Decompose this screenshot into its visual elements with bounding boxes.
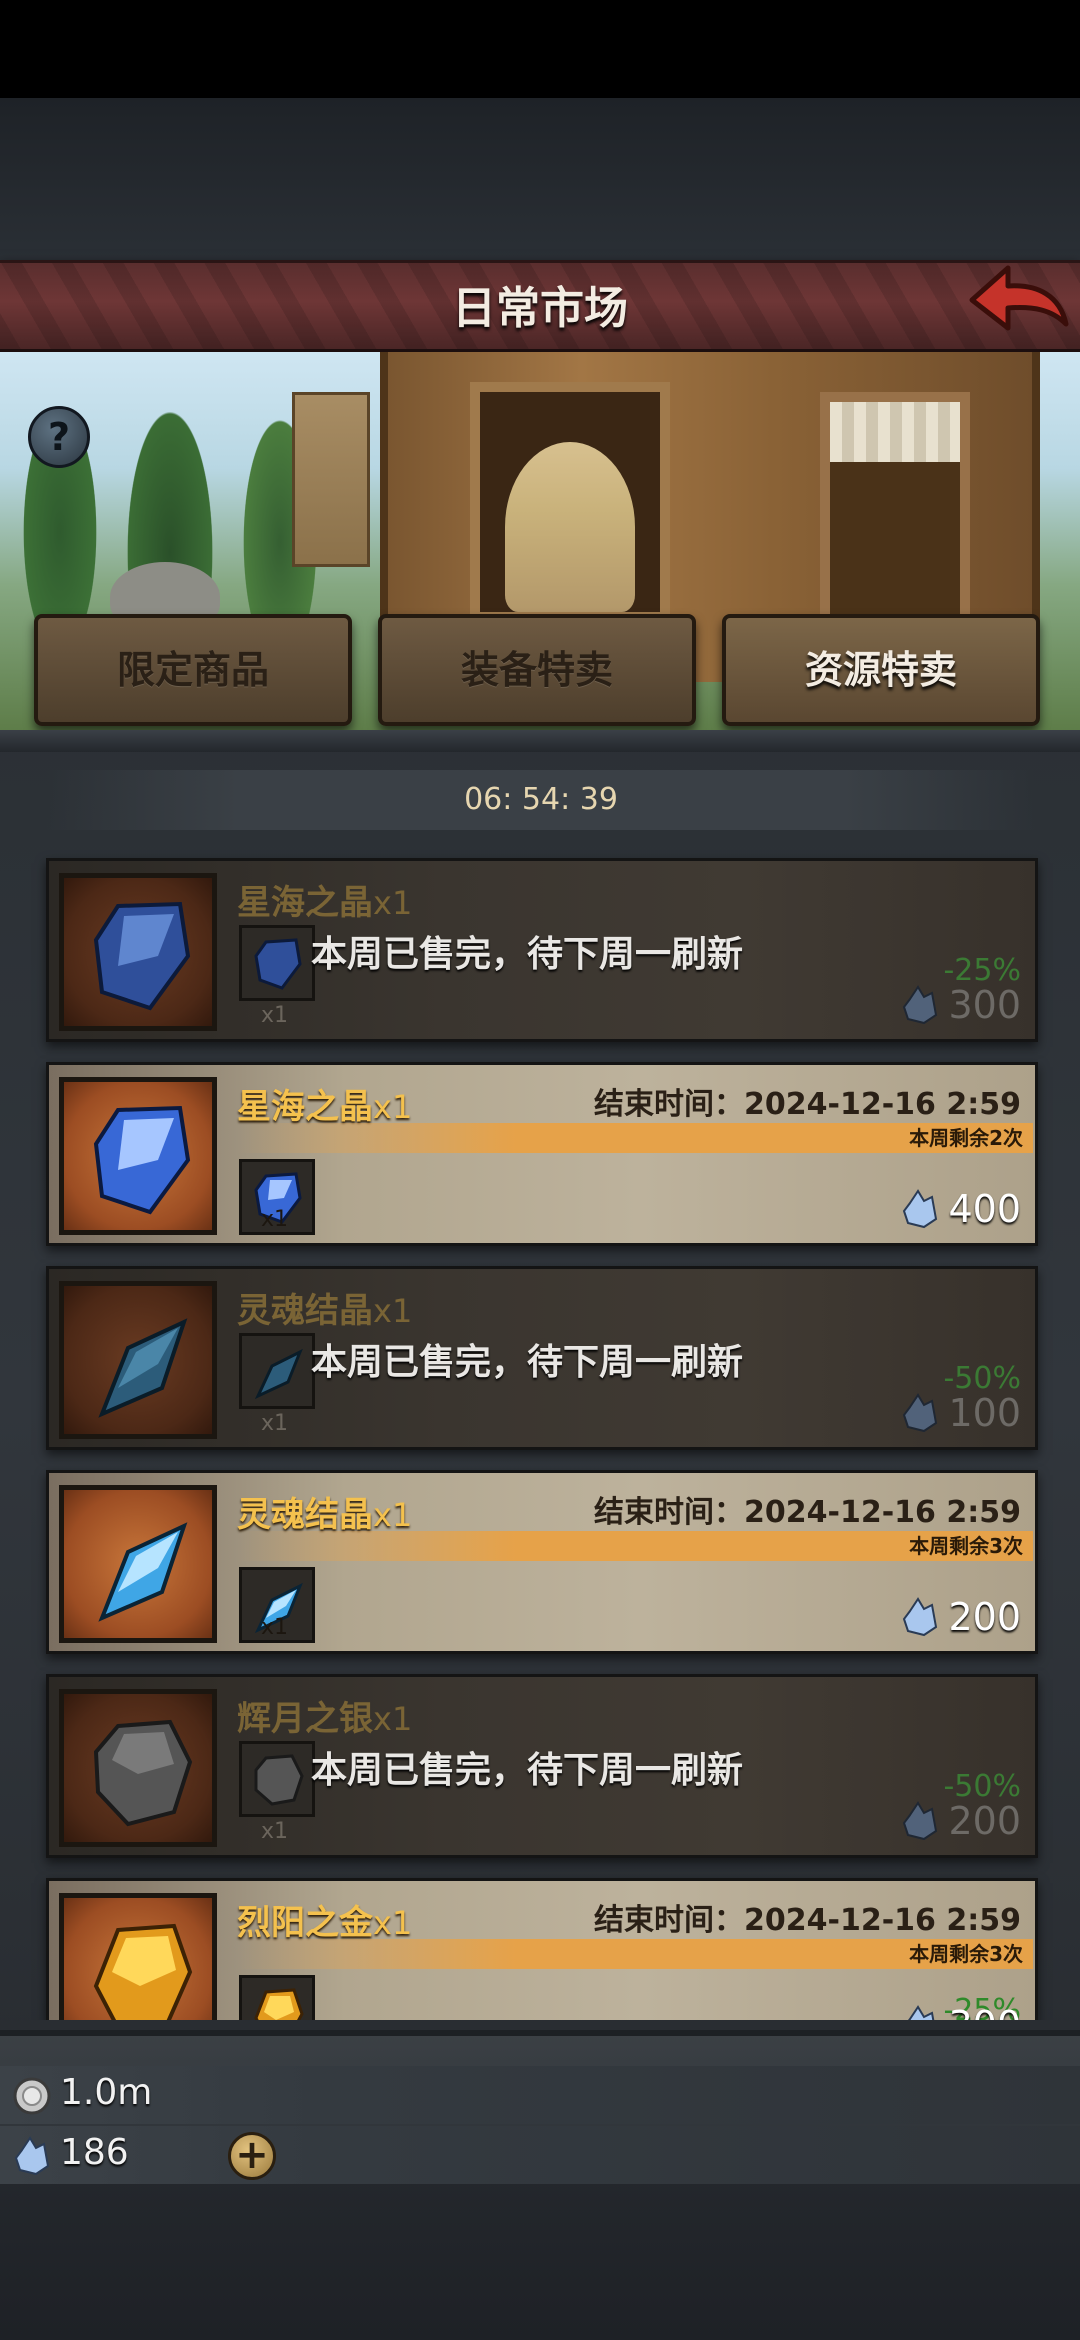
crystal-icon [14, 2136, 50, 2176]
list-item[interactable]: 烈阳之金x1 结束时间：2024-12-16 2:59 本周剩余3次 -25% … [46, 1878, 1038, 2020]
soldout-message: 本周已售完，待下周一刷新 [311, 934, 744, 975]
refresh-timer: 06: 54: 39 [46, 770, 1036, 830]
add-crystal-button[interactable]: + [228, 2132, 276, 2180]
starsea-crystal-icon [254, 938, 302, 990]
silver-value: 1.0m [60, 2072, 153, 2113]
status-bar-area [0, 0, 1080, 98]
header-backdrop [0, 98, 1080, 260]
starsea-crystal-icon [93, 1105, 191, 1215]
list-item[interactable]: 灵魂结晶x1 x1 本周已售完，待下周一刷新 -50% 100 [46, 1266, 1038, 1450]
item-name: 灵魂结晶x1 [237, 1495, 413, 1535]
soul-crystal-icon [254, 1348, 303, 1400]
price-button[interactable]: 400 [902, 1187, 1021, 1231]
question-icon: ? [47, 415, 71, 459]
starsea-crystal-icon [93, 901, 191, 1011]
price-button[interactable]: 100 [902, 1391, 1021, 1435]
banner-flag [292, 392, 370, 567]
crystal-icon [903, 1801, 938, 1841]
mini-qty: x1 [261, 1411, 289, 1436]
crystal-icon [908, 2005, 935, 2020]
item-icon-frame [59, 1281, 217, 1439]
moon-silver-icon [93, 1719, 193, 1827]
price-value: 300 [948, 2003, 1021, 2020]
list-item[interactable]: 星海之晶x1 x1 本周已售完，待下周一刷新 -25% 300 [46, 858, 1038, 1042]
crystal-value: 186 [60, 2132, 129, 2173]
item-mini-slot [239, 925, 315, 1001]
item-icon-frame [59, 873, 217, 1031]
crystal-icon [903, 985, 938, 1025]
door-curtain [830, 402, 960, 462]
item-mini-slot [239, 1333, 315, 1409]
app-screen: { "header": {"title": "日常市场"}, "tabs": [… [0, 0, 1080, 2340]
market-banner: ? 限定商品 装备特卖 资源特卖 [0, 352, 1080, 740]
help-button[interactable]: ? [28, 406, 90, 468]
item-icon-frame [59, 1077, 217, 1235]
weekly-remaining: 本周剩余2次 [237, 1123, 1033, 1153]
soul-crystal-icon [98, 1318, 188, 1418]
price-button[interactable]: 200 [902, 1595, 1021, 1639]
item-mini-slot [239, 1741, 315, 1817]
soldout-message: 本周已售完，待下周一刷新 [311, 1342, 744, 1383]
price-button[interactable]: 200 [902, 1799, 1021, 1843]
crystal-icon [903, 1597, 938, 1637]
item-name: 烈阳之金x1 [237, 1903, 413, 1943]
price-value: 200 [948, 1799, 1021, 1843]
end-time: 结束时间：2024-12-16 2:59 [594, 1087, 1021, 1122]
price-value: 300 [948, 983, 1021, 1027]
silver-resource: 1.0m [0, 2066, 1080, 2124]
mini-qty: x1 [261, 1207, 289, 1232]
tab-equipment-sale[interactable]: 装备特卖 [378, 614, 696, 726]
price-button[interactable]: 300 [902, 2003, 1021, 2020]
banner-divider [0, 730, 1080, 752]
sun-gold-icon [93, 1923, 193, 2020]
crystal-icon [903, 1393, 938, 1433]
item-name: 辉月之银x1 [237, 1699, 413, 1739]
end-time: 结束时间：2024-12-16 2:59 [594, 1903, 1021, 1938]
mini-qty: x1 [261, 1003, 289, 1028]
list-item[interactable]: 辉月之银x1 x1 本周已售完，待下周一刷新 -50% 200 [46, 1674, 1038, 1858]
price-value: 200 [948, 1595, 1021, 1639]
price-button[interactable]: 300 [902, 983, 1021, 1027]
item-icon-frame [59, 1689, 217, 1847]
end-time: 结束时间：2024-12-16 2:59 [594, 1495, 1021, 1530]
item-icon-frame [59, 1485, 217, 1643]
item-name: 星海之晶x1 [237, 1087, 413, 1127]
plus-icon: + [235, 2132, 269, 2178]
mini-qty: x1 [261, 1615, 289, 1640]
mini-qty: x1 [261, 1819, 289, 1844]
weekly-remaining: 本周剩余3次 [237, 1939, 1033, 1969]
item-icon-frame [59, 1893, 217, 2020]
tab-resource-sale[interactable]: 资源特卖 [722, 614, 1040, 726]
soul-crystal-icon [98, 1522, 188, 1622]
item-list[interactable]: 星海之晶x1 x1 本周已售完，待下周一刷新 -25% 300 星海之晶x1 结… [0, 850, 1080, 2020]
price-value: 100 [948, 1391, 1021, 1435]
list-item[interactable]: 灵魂结晶x1 结束时间：2024-12-16 2:59 本周剩余3次 x1 20… [46, 1470, 1038, 1654]
weekly-remaining: 本周剩余3次 [237, 1531, 1033, 1561]
moon-silver-icon [254, 1754, 304, 1806]
tab-limited-goods[interactable]: 限定商品 [34, 614, 352, 726]
item-mini-slot [239, 1975, 315, 2020]
crystal-resource: 186 + [0, 2126, 1080, 2184]
page-title: 日常市场 [452, 283, 628, 334]
sun-gold-icon [254, 1988, 304, 2020]
back-button[interactable] [968, 262, 1070, 342]
item-name: 灵魂结晶x1 [237, 1291, 413, 1331]
title-bar: 日常市场 [0, 260, 1080, 352]
resource-footer: 1.0m 186 + [0, 2030, 1080, 2184]
crystal-icon [903, 1189, 938, 1229]
back-arrow-icon [969, 265, 1069, 331]
list-item[interactable]: 星海之晶x1 结束时间：2024-12-16 2:59 本周剩余2次 x1 40… [46, 1062, 1038, 1246]
soldout-message: 本周已售完，待下周一刷新 [311, 1750, 744, 1791]
item-name: 星海之晶x1 [237, 883, 413, 923]
merchant-figure [505, 442, 635, 612]
price-value: 400 [948, 1187, 1021, 1231]
silver-coin-icon [13, 2077, 51, 2115]
